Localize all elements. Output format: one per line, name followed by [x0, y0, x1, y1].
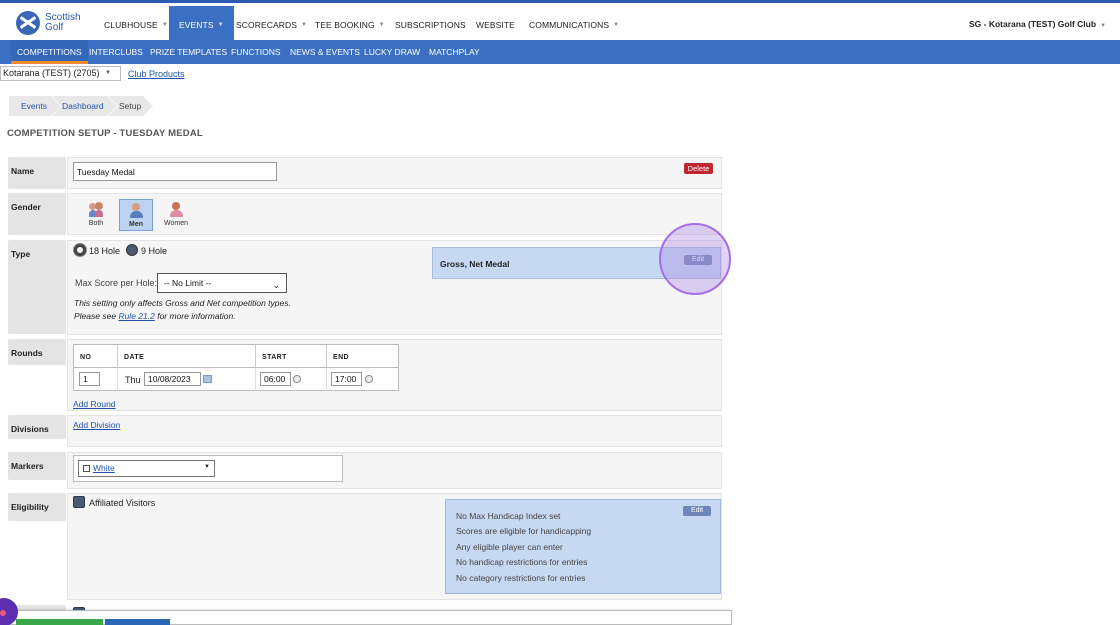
subnav-interclubs[interactable]: INTERCLUBS — [89, 40, 143, 64]
label-18-hole: 18 Hole — [89, 246, 121, 256]
add-division-link[interactable]: Add Division — [73, 420, 120, 430]
round-day: Thu — [125, 375, 141, 385]
list-item: No category restrictions for entries — [456, 573, 586, 583]
list-item: No Max Handicap Index set — [456, 511, 561, 521]
markers-label: Markers — [8, 452, 66, 480]
saltire-icon — [16, 11, 40, 35]
round-no-input[interactable] — [79, 372, 100, 386]
divisions-panel — [67, 415, 722, 447]
top-navigation: Scottish Golf CLUBHOUSE ▼ EVENTS ▼ SCORECA… — [0, 0, 1120, 43]
affiliated-visitors-checkbox[interactable] — [73, 496, 85, 508]
woman-icon — [169, 202, 183, 218]
col-end: END — [327, 345, 398, 368]
col-date: DATE — [118, 345, 256, 368]
eligibility-summary: No Max Handicap Index set Scores are eli… — [445, 499, 721, 594]
couple-icon — [89, 202, 103, 218]
chevron-down-icon: ⌄ — [272, 280, 280, 290]
club-products-link[interactable]: Club Products — [128, 69, 185, 79]
type-label: Type — [8, 240, 66, 334]
page-title: COMPETITION SETUP - TUESDAY MEDAL — [7, 128, 203, 139]
subnav-news-events[interactable]: NEWS & EVENTS — [290, 40, 360, 64]
subnav-functions[interactable]: FUNCTIONS — [231, 40, 281, 64]
nav-scorecards[interactable]: SCORECARDS ▼ — [236, 6, 307, 43]
chevron-down-icon: ▼ — [613, 21, 620, 28]
scottish-golf-logo[interactable]: Scottish Golf — [16, 9, 96, 37]
club-select[interactable]: Kotarana (TEST) (2705) ▼ — [0, 66, 121, 81]
list-item: No handicap restrictions for entries — [456, 557, 588, 567]
secondary-button[interactable] — [105, 619, 170, 625]
man-icon — [129, 203, 143, 219]
max-score-select[interactable]: -- No Limit -- ⌄ — [157, 273, 287, 293]
chevron-down-icon: ▼ — [300, 21, 308, 28]
chevron-down-icon: ▼ — [161, 21, 168, 28]
calendar-icon[interactable] — [203, 375, 212, 383]
type-note-line1: This setting only affects Gross and Net … — [74, 298, 291, 308]
delete-button[interactable]: Delete — [684, 163, 713, 174]
col-no: NO — [74, 345, 118, 368]
rule-21-2-link[interactable]: Rule 21.2 — [118, 311, 154, 321]
nav-subscriptions[interactable]: SUBSCRIPTIONS — [395, 6, 466, 43]
round-start-input[interactable] — [260, 372, 291, 386]
click-highlight-indicator — [659, 223, 731, 295]
chevron-down-icon: ▼ — [204, 464, 210, 470]
clock-icon[interactable] — [365, 375, 373, 383]
nav-communications[interactable]: COMMUNICATIONS ▼ — [529, 6, 619, 43]
list-item: Any eligible player can enter — [456, 542, 563, 552]
type-note-line2: Please see Rule 21.2 for more informatio… — [74, 311, 236, 321]
gender-option-men[interactable]: Men — [119, 199, 153, 231]
round-end-input[interactable] — [331, 372, 362, 386]
gender-label: Gender — [8, 193, 66, 235]
divisions-label: Divisions — [8, 415, 66, 439]
max-score-label: Max Score per Hole: — [75, 278, 158, 288]
breadcrumb-events[interactable]: Events — [9, 96, 62, 116]
clock-icon[interactable] — [293, 375, 301, 383]
chevron-down-icon: ▼ — [105, 70, 111, 76]
club-switcher[interactable]: SG - Kotarana (TEST) Golf Club ▼ — [969, 19, 1106, 29]
gender-option-both[interactable]: Both — [79, 199, 113, 231]
col-start: START — [256, 345, 327, 368]
chevron-down-icon: ▼ — [1100, 23, 1106, 29]
subnav-matchplay[interactable]: MATCHPLAY — [429, 40, 480, 64]
add-round-link[interactable]: Add Round — [73, 399, 116, 409]
list-item: Scores are eligible for handicapping — [456, 526, 592, 536]
radio-9-hole[interactable] — [126, 244, 138, 256]
chevron-down-icon: ▼ — [378, 21, 385, 28]
rounds-label: Rounds — [8, 339, 66, 365]
radio-18-hole[interactable] — [74, 244, 86, 256]
nav-tee-booking[interactable]: TEE BOOKING ▼ — [315, 6, 385, 43]
save-button[interactable] — [16, 619, 103, 625]
sub-navigation: COMPETITIONS INTERCLUBS PRIZE TEMPLATES … — [0, 40, 1120, 64]
eligibility-edit-button[interactable]: Edit — [683, 506, 711, 516]
nav-website[interactable]: WEBSITE — [476, 6, 515, 43]
label-9-hole: 9 Hole — [141, 246, 168, 256]
subnav-competitions[interactable]: COMPETITIONS — [11, 40, 88, 64]
subnav-prize-templates[interactable]: PRIZE TEMPLATES — [150, 40, 227, 64]
gender-option-women[interactable]: Women — [159, 199, 193, 231]
name-label: Name — [8, 157, 66, 189]
marker-select[interactable]: White ▼ — [78, 460, 215, 477]
affiliated-visitors-label: Affiliated Visitors — [89, 498, 156, 508]
eligibility-label: Eligibility — [8, 493, 66, 521]
nav-events[interactable]: EVENTS ▼ — [169, 6, 234, 43]
marker-checkbox[interactable] — [83, 465, 90, 472]
competition-name-input[interactable] — [73, 162, 277, 181]
nav-clubhouse[interactable]: CLUBHOUSE ▼ — [104, 6, 168, 43]
subnav-lucky-draw[interactable]: LUCKY DRAW — [364, 40, 420, 64]
logo-text-line2: Golf — [45, 22, 64, 33]
round-date-input[interactable] — [144, 372, 201, 386]
competition-type-value: Gross, Net Medal — [440, 259, 510, 269]
chevron-down-icon: ▼ — [217, 21, 224, 28]
